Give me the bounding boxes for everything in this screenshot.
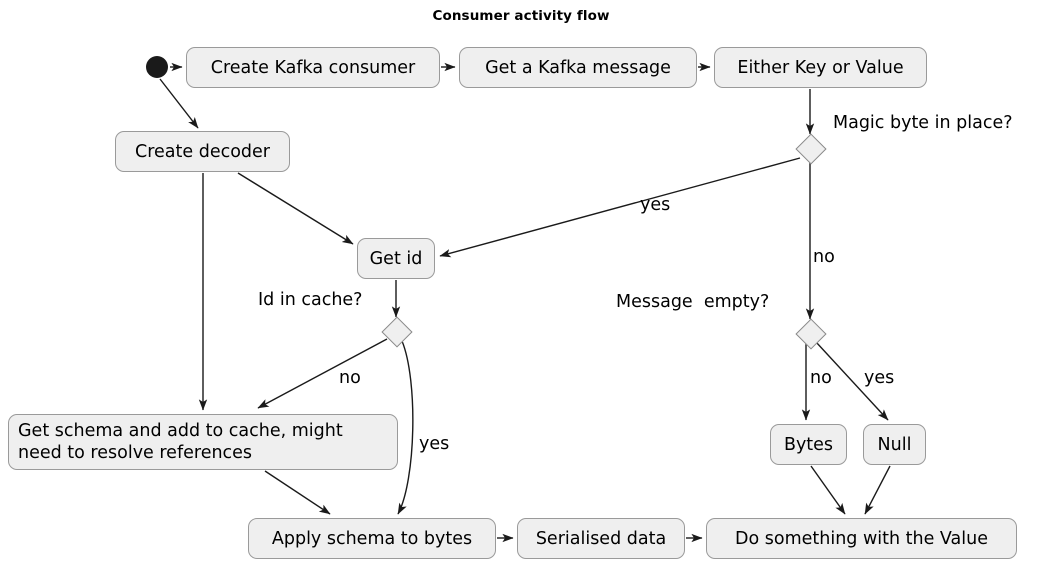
node-bytes: Bytes	[770, 424, 847, 465]
edge-label-cache_question: Id in cache?	[258, 290, 363, 310]
node-create_consumer: Create Kafka consumer	[186, 47, 440, 88]
node-label-do_something: Do something with the Value	[735, 528, 988, 549]
edge-get_schema-to-apply_schema	[264, 470, 331, 515]
node-get_message: Get a Kafka message	[459, 47, 697, 88]
node-do_something: Do something with the Value	[706, 518, 1017, 559]
edge-cache_decision-to-get_schema	[257, 338, 388, 409]
node-label-create_consumer: Create Kafka consumer	[210, 57, 416, 78]
node-serialised_data: Serialised data	[517, 518, 685, 559]
edge-label-empty_question: Message empty?	[616, 292, 770, 312]
node-label-serialised_data: Serialised data	[535, 528, 667, 549]
node-label-null: Null	[877, 434, 912, 455]
node-label-get_message: Get a Kafka message	[485, 57, 671, 78]
edge-label-magic_no: no	[813, 247, 835, 267]
edge-cache_decision-to-apply_schema	[397, 340, 414, 515]
edge-label-magic_question: Magic byte in place?	[833, 113, 1013, 133]
edge-label-cache_yes: yes	[419, 434, 450, 454]
node-null: Null	[863, 424, 926, 465]
edge-label-magic_yes: yes	[640, 195, 671, 215]
node-label-get_schema: Get schema and add to cache, might need …	[18, 421, 343, 463]
node-apply_schema: Apply schema to bytes	[248, 518, 496, 559]
edge-label-cache_no: no	[339, 368, 361, 388]
node-label-key_or_value: Either Key or Value	[737, 57, 904, 78]
node-label-apply_schema: Apply schema to bytes	[271, 528, 473, 549]
diagram-title: Consumer activity flow	[432, 8, 610, 24]
start-node	[146, 56, 168, 78]
decision-diamond-empty_decision	[795, 318, 827, 350]
activity-diagram-canvas: Consumer activity flow Create Kafka cons…	[0, 0, 1042, 565]
edge-label-empty_no: no	[810, 368, 832, 388]
edge-magic_decision-to-get_id	[439, 157, 801, 258]
node-create_decoder: Create decoder	[115, 131, 290, 172]
node-key_or_value: Either Key or Value	[714, 47, 927, 88]
node-label-create_decoder: Create decoder	[135, 141, 270, 162]
node-get_schema: Get schema and add to cache, might need …	[8, 414, 398, 470]
node-label-get_id: Get id	[369, 248, 423, 269]
node-label-bytes: Bytes	[783, 434, 834, 455]
decision-diamond-magic_decision	[795, 133, 827, 165]
node-get_id: Get id	[357, 238, 435, 279]
decision-diamond-cache_decision	[381, 316, 413, 348]
edge-null-to-do_something	[864, 465, 891, 515]
edge-bytes-to-do_something	[810, 465, 846, 515]
edge-create_decoder-to-get_id	[237, 172, 354, 245]
edge-label-empty_yes: yes	[864, 368, 895, 388]
